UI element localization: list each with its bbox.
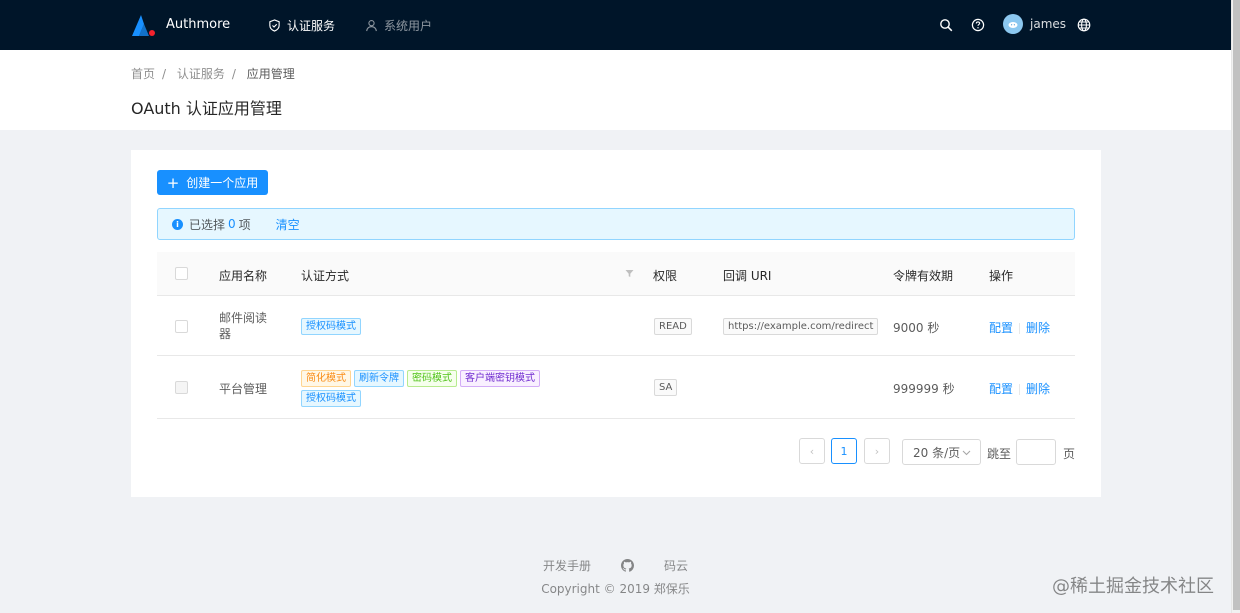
filter-icon[interactable] [625,269,634,278]
page-header: 首页 / 认证服务 / 应用管理 OAuth 认证应用管理 [0,50,1231,130]
jump-page-input[interactable] [1016,439,1056,465]
breadcrumb-current: 应用管理 [246,67,295,81]
page: Authmore 认证服务 系统用户 james 首页 / 认证服务 / 应用管… [0,0,1231,613]
delete-link[interactable]: 删除 [1026,382,1050,396]
apps-card: + 创建一个应用 i 已选择 0 项 清空 应用名称 认证方式 权限 回调 UR… [131,150,1101,497]
col-app-name: 应用名称 [219,269,268,283]
grant-tag: 密码模式 [407,370,457,387]
selected-count: 0 [228,217,236,231]
top-header: Authmore 认证服务 系统用户 james [0,0,1231,50]
user-name: james [1030,17,1067,31]
scope-tag: READ [654,318,692,335]
chevron-left-icon: ‹ [809,444,815,458]
breadcrumb: 首页 / 认证服务 / 应用管理 [131,67,295,81]
grant-tags: 简化模式 刷新令牌 密码模式 客户端密钥模式授权码模式 [301,370,571,410]
scrollbar-thumb[interactable] [1233,0,1240,610]
footer-links: 开发手册 码云 [0,557,1231,574]
footer-gitee-link[interactable]: 码云 [664,557,688,574]
breadcrumb-auth-service[interactable]: 认证服务 [177,67,225,81]
page-size-select[interactable]: 20 条/页 [902,439,981,465]
footer-docs-link[interactable]: 开发手册 [543,557,591,574]
grant-tag: 客户端密钥模式 [460,370,540,387]
search-icon[interactable] [939,18,953,32]
next-page-button[interactable]: › [864,438,890,464]
selection-alert: i 已选择 0 项 清空 [157,208,1075,240]
page-unit-label: 页 [1063,447,1076,461]
scope-tag: SA [654,379,678,396]
grant-tag: 授权码模式 [301,390,361,407]
help-icon[interactable] [971,18,985,32]
delete-link[interactable]: 删除 [1026,321,1050,335]
create-app-button[interactable]: + 创建一个应用 [157,170,268,195]
app-name: 平台管理 [219,382,268,396]
row-actions: 配置 删除 [989,380,1050,397]
grant-tag: 刷新令牌 [354,370,404,387]
token-validity: 9000 秒 [893,321,940,335]
apps-table: 应用名称 认证方式 权限 回调 URI 令牌有效期 操作 邮件阅读器 授权码模式… [157,252,1075,419]
brand-name[interactable]: Authmore [166,17,230,32]
col-token-validity: 令牌有效期 [893,269,954,283]
app-name: 邮件阅读器 [219,311,268,341]
nav-system-users[interactable]: 系统用户 [365,17,432,34]
nav-auth-service[interactable]: 认证服务 [268,17,335,34]
user-menu[interactable]: james [1003,14,1066,34]
col-actions: 操作 [989,269,1014,283]
table-header: 应用名称 认证方式 权限 回调 URI 令牌有效期 操作 [157,252,1075,296]
copyright: Copyright © 2019 郑保乐 [541,582,690,596]
col-redirect-uri: 回调 URI [723,269,772,283]
row-actions: 配置 删除 [989,319,1050,336]
select-all-checkbox[interactable] [175,267,188,280]
redirect-uri-tag: https://example.com/redirect [723,318,879,335]
grant-tags: 授权码模式 [301,318,364,338]
globe-icon[interactable] [1077,18,1091,32]
grant-tag: 简化模式 [301,370,351,387]
chevron-right-icon: › [874,444,880,458]
github-icon[interactable] [621,559,634,572]
breadcrumb-home[interactable]: 首页 [131,67,155,81]
watermark: @稀土掘金技术社区 [1052,576,1214,597]
col-scope: 权限 [653,269,678,283]
row-checkbox[interactable] [175,381,188,394]
shield-check-icon [269,19,280,32]
cloud-avatar-icon [1008,22,1018,28]
col-grant-type: 认证方式 [301,269,350,283]
page-size-value: 20 条/页 [913,445,961,460]
create-app-label: 创建一个应用 [186,176,259,190]
authmore-logo-icon[interactable] [131,14,157,38]
jump-label: 跳至 [987,447,1012,461]
chevron-down-icon [962,450,971,456]
prev-page-button[interactable]: ‹ [799,438,825,464]
vertical-scrollbar[interactable] [1231,0,1240,613]
alert-prefix: 已选择 [189,217,226,232]
plus-icon: + [166,173,180,192]
table-row: 平台管理 简化模式 刷新令牌 密码模式 客户端密钥模式授权码模式 SA 999999 … [157,356,1075,419]
user-icon [366,20,377,32]
configure-link[interactable]: 配置 [989,321,1013,335]
clear-selection-link[interactable]: 清空 [276,216,300,233]
alert-suffix: 项 [238,217,251,232]
nav-auth-service-label: 认证服务 [287,19,336,33]
table-row: 邮件阅读器 授权码模式 READ https://example.com/red… [157,296,1075,356]
page-1-button[interactable]: 1 [831,438,857,464]
page-title: OAuth 认证应用管理 [131,99,282,118]
row-checkbox[interactable] [175,320,188,333]
configure-link[interactable]: 配置 [989,382,1013,396]
info-icon: i [172,218,183,230]
grant-tag: 授权码模式 [301,318,361,335]
nav-system-users-label: 系统用户 [384,19,433,33]
token-validity: 999999 秒 [893,382,955,396]
avatar [1003,14,1023,34]
